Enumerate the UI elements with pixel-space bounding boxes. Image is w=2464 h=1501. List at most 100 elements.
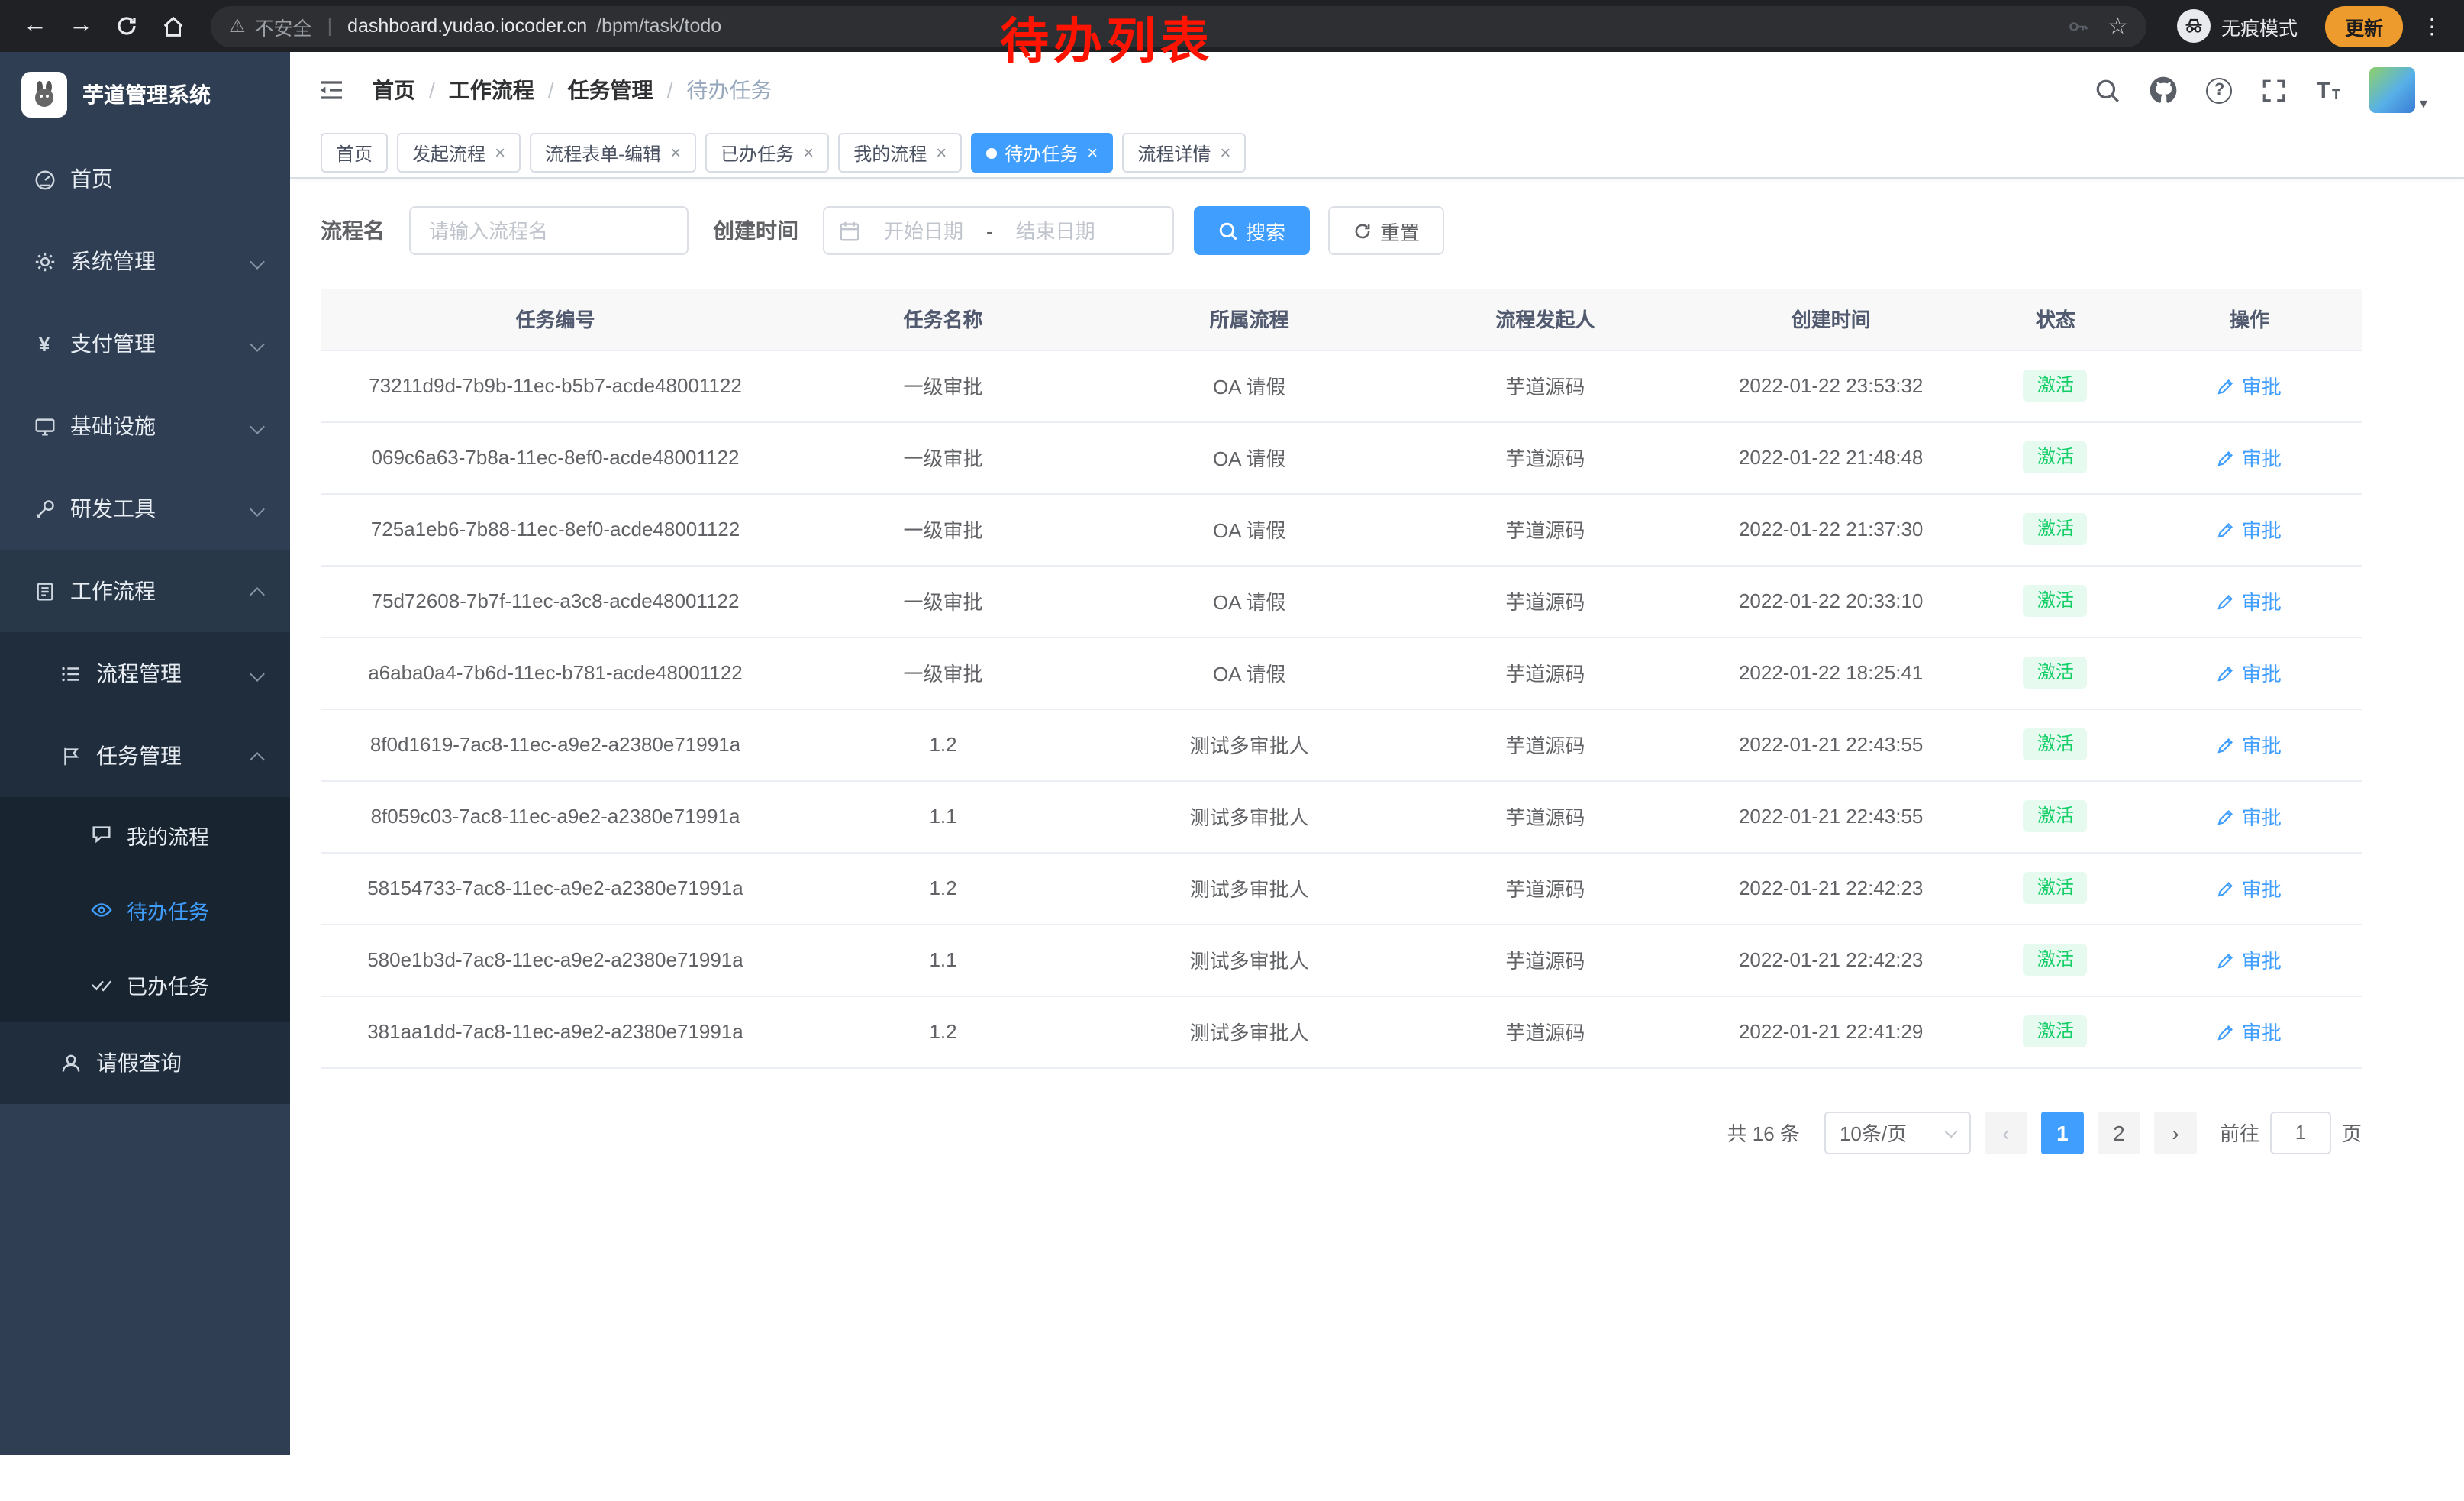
approve-button[interactable]: 审批 xyxy=(2217,730,2282,759)
sidebar-item-done-tasks[interactable]: 已办任务 xyxy=(0,947,290,1022)
browser-update-button[interactable]: 更新 xyxy=(2325,5,2403,47)
search-button[interactable]: 搜索 xyxy=(1194,206,1310,255)
page-size-select[interactable]: 10条/页 xyxy=(1824,1111,1971,1154)
sidebar-collapse-icon[interactable] xyxy=(314,73,348,107)
tab-label: 流程详情 xyxy=(1137,140,1211,166)
approve-button[interactable]: 审批 xyxy=(2217,515,2282,544)
column-header-initiator: 流程发起人 xyxy=(1402,289,1688,350)
sidebar-item-leave-query[interactable]: 请假查询 xyxy=(0,1022,290,1104)
cell-initiator: 芋道源码 xyxy=(1402,421,1688,493)
sidebar-item-todo-tasks[interactable]: 待办任务 xyxy=(0,872,290,947)
app-logo-icon xyxy=(21,72,67,118)
sidebar-item-infrastructure[interactable]: 基础设施 xyxy=(0,385,290,467)
cell-action: 审批 xyxy=(2137,924,2362,996)
close-icon[interactable]: × xyxy=(936,144,947,162)
search-icon xyxy=(1218,221,1238,240)
sidebar-item-label: 已办任务 xyxy=(127,969,209,999)
close-icon[interactable]: × xyxy=(1220,144,1230,162)
approve-button[interactable]: 审批 xyxy=(2217,1017,2282,1046)
cell-created: 2022-01-21 22:43:55 xyxy=(1688,709,1974,780)
address-bar[interactable]: ⚠ 不安全 | dashboard.yudao.iocoder.cn /bpm/… xyxy=(211,5,2146,47)
breadcrumb-item-home[interactable]: 首页 xyxy=(373,75,415,105)
sidebar-item-devtools[interactable]: 研发工具 xyxy=(0,467,290,550)
tab-start-process[interactable]: 发起流程 × xyxy=(397,133,521,173)
close-icon[interactable]: × xyxy=(495,144,505,162)
browser-home-icon[interactable] xyxy=(153,6,192,46)
app-logo[interactable]: 芋道管理系统 xyxy=(0,52,290,137)
approve-button[interactable]: 审批 xyxy=(2217,586,2282,615)
close-icon[interactable]: × xyxy=(803,144,814,162)
incognito-icon xyxy=(2177,9,2211,43)
tab-form-edit[interactable]: 流程表单-编辑 × xyxy=(530,133,696,173)
process-name-input[interactable] xyxy=(409,206,689,255)
cell-process: 测试多审批人 xyxy=(1096,852,1402,924)
prev-page-button[interactable]: ‹ xyxy=(1985,1111,2027,1154)
approve-button[interactable]: 审批 xyxy=(2217,658,2282,687)
column-header-task-id: 任务编号 xyxy=(321,289,790,350)
tab-label: 已办任务 xyxy=(721,140,794,166)
browser-back-icon[interactable]: ← xyxy=(15,6,55,46)
tab-label: 首页 xyxy=(336,140,373,166)
fullscreen-icon[interactable] xyxy=(2262,77,2288,103)
close-icon[interactable]: × xyxy=(670,144,681,162)
tab-todo-tasks[interactable]: 待办任务 × xyxy=(971,133,1113,173)
tab-process-detail[interactable]: 流程详情 × xyxy=(1122,133,1246,173)
next-page-button[interactable]: › xyxy=(2154,1111,2197,1154)
bookmark-star-icon[interactable]: ☆ xyxy=(2108,12,2128,40)
approve-button[interactable]: 审批 xyxy=(2217,873,2282,902)
breadcrumb-separator: / xyxy=(667,78,673,102)
chevron-down-icon xyxy=(250,418,265,434)
cell-initiator: 芋道源码 xyxy=(1402,350,1688,421)
search-icon[interactable] xyxy=(2095,77,2121,103)
font-size-icon[interactable]: TT xyxy=(2317,79,2340,102)
sidebar-item-label: 研发工具 xyxy=(70,493,156,524)
sidebar-item-payment[interactable]: ¥ 支付管理 xyxy=(0,302,290,385)
tools-icon xyxy=(32,496,56,521)
cell-task-id: 58154733-7ac8-11ec-a9e2-a2380e71991a xyxy=(321,852,790,924)
sidebar-item-my-process[interactable]: 我的流程 xyxy=(0,797,290,872)
date-range-picker[interactable]: - xyxy=(823,206,1174,255)
approve-button[interactable]: 审批 xyxy=(2217,802,2282,831)
tab-home[interactable]: 首页 xyxy=(321,133,388,173)
breadcrumb: 首页 / 工作流程 / 任务管理 / 待办任务 xyxy=(373,75,772,105)
reset-button[interactable]: 重置 xyxy=(1328,206,1444,255)
end-date-input[interactable] xyxy=(999,219,1112,242)
breadcrumb-item-workflow[interactable]: 工作流程 xyxy=(449,75,534,105)
page-button-2[interactable]: 2 xyxy=(2098,1111,2140,1154)
cell-initiator: 芋道源码 xyxy=(1402,565,1688,637)
cell-process: OA 请假 xyxy=(1096,350,1402,421)
tab-my-process[interactable]: 我的流程 × xyxy=(838,133,962,173)
breadcrumb-item-task-manage[interactable]: 任务管理 xyxy=(568,75,653,105)
github-icon[interactable] xyxy=(2150,76,2178,104)
close-icon[interactable]: × xyxy=(1087,144,1098,162)
start-date-input[interactable] xyxy=(867,219,980,242)
sidebar-item-home[interactable]: 首页 xyxy=(0,137,290,220)
sidebar-item-label: 首页 xyxy=(70,163,113,194)
password-key-icon[interactable] xyxy=(2066,15,2089,37)
page-button-1[interactable]: 1 xyxy=(2041,1111,2084,1154)
navbar-actions: ? TT ▾ xyxy=(2095,67,2427,113)
sidebar-item-process-manage[interactable]: 流程管理 xyxy=(0,632,290,715)
sidebar-item-system[interactable]: 系统管理 xyxy=(0,220,290,302)
cell-task-name: 一级审批 xyxy=(790,637,1096,709)
edit-icon xyxy=(2217,807,2236,825)
cell-created: 2022-01-21 22:42:23 xyxy=(1688,924,1974,996)
sidebar-item-workflow[interactable]: 工作流程 xyxy=(0,550,290,632)
sidebar-item-task-manage[interactable]: 任务管理 xyxy=(0,715,290,797)
help-icon[interactable]: ? xyxy=(2207,77,2233,103)
tab-done-tasks[interactable]: 已办任务 × xyxy=(705,133,829,173)
approve-button[interactable]: 审批 xyxy=(2217,371,2282,400)
sidebar-item-label: 工作流程 xyxy=(70,576,156,606)
cell-task-id: 725a1eb6-7b88-11ec-8ef0-acde48001122 xyxy=(321,493,790,565)
user-menu[interactable]: ▾ xyxy=(2369,67,2427,113)
approve-button[interactable]: 审批 xyxy=(2217,443,2282,472)
cell-task-id: a6aba0a4-7b6d-11ec-b781-acde48001122 xyxy=(321,637,790,709)
browser-reload-icon[interactable] xyxy=(107,6,147,46)
avatar[interactable] xyxy=(2369,67,2415,113)
chevron-down-icon xyxy=(250,336,265,351)
browser-menu-icon[interactable]: ⋮ xyxy=(2421,13,2443,39)
approve-button[interactable]: 审批 xyxy=(2217,945,2282,974)
goto-page-input[interactable] xyxy=(2270,1111,2331,1154)
cell-created: 2022-01-22 18:25:41 xyxy=(1688,637,1974,709)
browser-forward-icon[interactable]: → xyxy=(61,6,101,46)
